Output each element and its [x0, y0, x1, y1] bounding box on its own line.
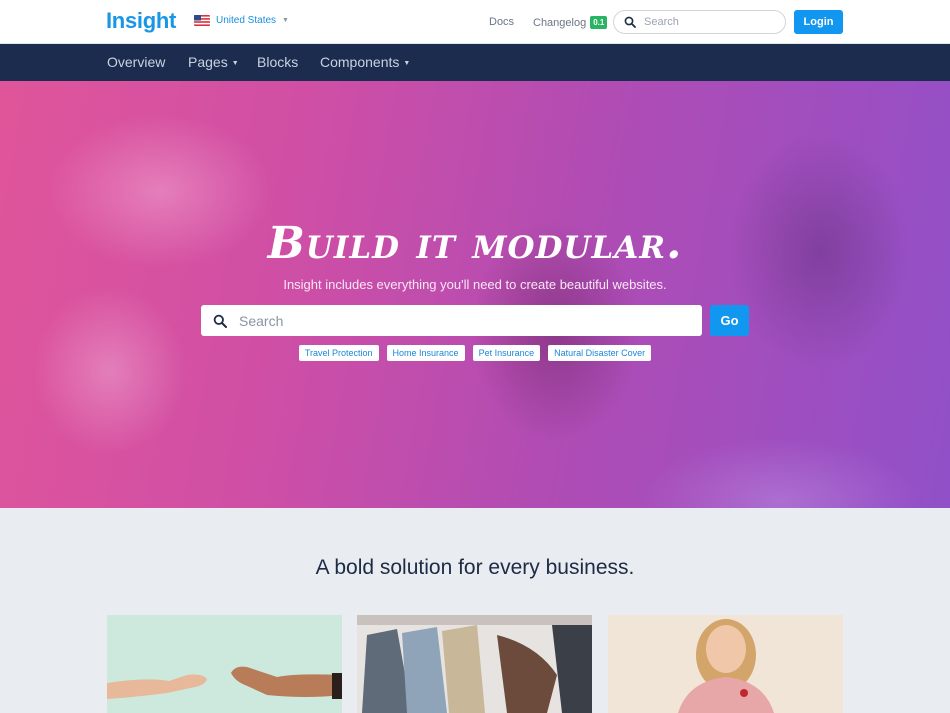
tag-home-insurance[interactable]: Home Insurance — [386, 345, 465, 361]
tag-list: Travel Protection Home Insurance Pet Ins… — [0, 345, 950, 361]
tag-pet-insurance[interactable]: Pet Insurance — [472, 345, 541, 361]
hero-search-input[interactable] — [239, 312, 679, 329]
top-bar: Insight United States ▼ Docs Changelog 0.… — [0, 0, 950, 44]
version-badge: 0.1 — [590, 16, 608, 29]
login-button[interactable]: Login — [794, 10, 843, 34]
hero-subtitle: Insight includes everything you'll need … — [283, 277, 667, 292]
chevron-down-icon: ▼ — [282, 17, 289, 24]
changelog-label: Changelog — [533, 17, 587, 29]
country-label: United States — [216, 15, 277, 26]
country-selector[interactable]: United States ▼ — [194, 15, 289, 26]
portrait-image — [608, 615, 843, 713]
search-icon — [213, 314, 227, 328]
nav-item-blocks[interactable]: Blocks — [257, 54, 298, 70]
hands-image — [107, 615, 342, 713]
nav-item-pages[interactable]: Pages ▼ — [188, 54, 239, 70]
docs-link[interactable]: Docs — [489, 16, 514, 28]
nav-item-label: Pages — [188, 54, 228, 70]
card-image-clothes[interactable] — [357, 615, 592, 713]
nav-item-label: Components — [320, 54, 400, 70]
logo[interactable]: Insight — [106, 8, 176, 34]
nav-item-label: Overview — [107, 54, 166, 70]
section-title: A bold solution for every business. — [315, 556, 635, 579]
tag-natural-disaster-cover[interactable]: Natural Disaster Cover — [548, 345, 652, 361]
hero-search[interactable] — [201, 305, 702, 336]
main-nav: Overview Pages ▼ Blocks Components ▼ — [0, 44, 950, 81]
changelog-link[interactable]: Changelog 0.1 — [533, 16, 608, 29]
card-image-portrait[interactable] — [608, 615, 843, 713]
chevron-down-icon: ▼ — [403, 60, 411, 67]
nav-item-overview[interactable]: Overview — [107, 54, 165, 70]
hero-title: Build it modular. — [267, 218, 683, 269]
nav-item-components[interactable]: Components ▼ — [320, 54, 410, 70]
us-flag-icon — [194, 15, 210, 26]
go-button[interactable]: Go — [710, 305, 749, 336]
header-search[interactable] — [613, 10, 786, 34]
card-image-handshake[interactable] — [107, 615, 342, 713]
search-icon — [624, 16, 636, 28]
nav-item-label: Blocks — [257, 54, 299, 70]
header-search-input[interactable] — [644, 16, 764, 28]
clothes-rack-image — [357, 615, 592, 713]
tag-travel-protection[interactable]: Travel Protection — [298, 345, 379, 361]
hero-section: Build it modular. Insight includes every… — [0, 81, 950, 508]
chevron-down-icon: ▼ — [231, 60, 239, 67]
